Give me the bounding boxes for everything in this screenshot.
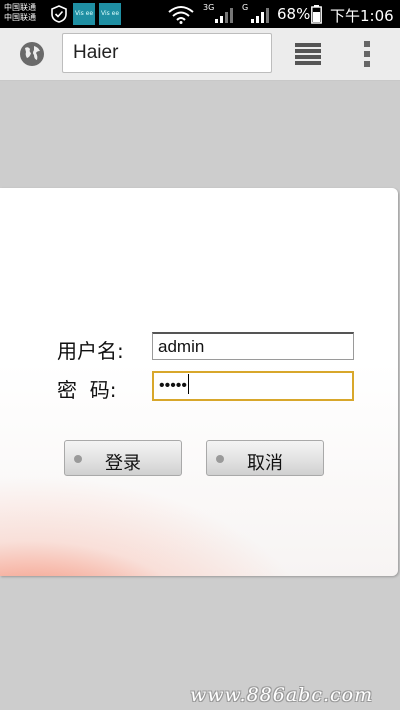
- login-button[interactable]: 登录: [64, 440, 182, 476]
- cancel-button[interactable]: 取消: [206, 440, 324, 476]
- overflow-menu-icon[interactable]: [364, 41, 370, 67]
- network-g-label: G: [242, 3, 249, 12]
- wifi-icon: [168, 6, 194, 24]
- status-bar: 中国联通 中国联通 Vis ee Vis ee 3G G 68% 下午1:06: [0, 0, 400, 28]
- battery-icon: [311, 5, 322, 24]
- browser-toolbar: Haier: [0, 28, 400, 81]
- app-notification-icon: Vis ee: [73, 3, 95, 25]
- cancel-button-label: 取消: [247, 453, 283, 474]
- login-button-label: 登录: [105, 453, 141, 474]
- carrier-line-1: 中国联通: [4, 3, 36, 12]
- battery-percent: 68%: [277, 5, 311, 23]
- app-notification-icon-2: Vis ee: [99, 3, 121, 25]
- carrier-info: 中国联通 中国联通: [4, 3, 36, 23]
- network-3g-label: 3G: [203, 3, 215, 12]
- carrier-line-2: 中国联通: [4, 13, 36, 22]
- globe-icon[interactable]: [18, 40, 46, 68]
- signal-icon-2: [251, 8, 269, 23]
- login-panel: 用户名: admin 密 码: ••••• 登录 取消: [0, 188, 398, 576]
- password-input[interactable]: •••••: [152, 371, 354, 401]
- clock: 下午1:06: [330, 7, 394, 25]
- username-label: 用户名:: [57, 339, 124, 363]
- url-bar[interactable]: Haier: [62, 33, 272, 73]
- shield-icon: [51, 5, 67, 23]
- password-label: 密 码:: [57, 378, 117, 402]
- url-text: Haier: [73, 42, 119, 63]
- username-value: admin: [158, 337, 205, 356]
- username-input[interactable]: admin: [152, 332, 354, 360]
- watermark-text: www.886abc.com: [190, 684, 374, 706]
- password-value: •••••: [159, 374, 190, 395]
- signal-icon: [215, 8, 233, 23]
- tabs-icon[interactable]: [294, 42, 322, 66]
